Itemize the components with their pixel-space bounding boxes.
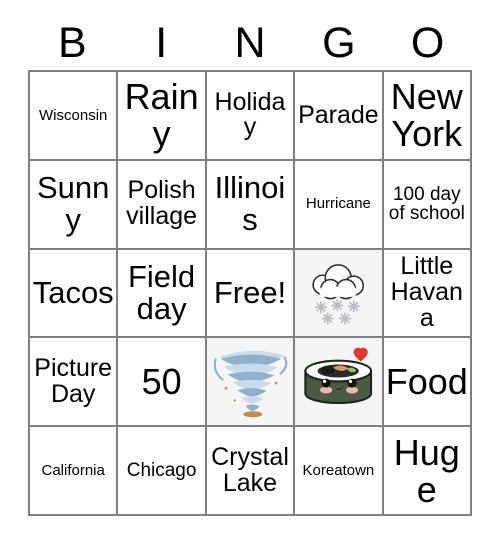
bingo-cell-label: New York — [390, 76, 463, 155]
bingo-cell-label: Huge — [393, 431, 460, 510]
bingo-cell-koreatown[interactable]: Koreatown — [295, 427, 384, 516]
bingo-cell-sunny[interactable]: Sunny — [30, 160, 119, 250]
bingo-cell-label: Koreatown — [302, 461, 375, 479]
bingo-cell-illinois[interactable]: Illinois — [206, 160, 296, 250]
bingo-cell-label: 50 — [141, 361, 182, 403]
bingo-cell-label: Wisconsin — [39, 106, 108, 124]
bingo-cell-wisconsin[interactable]: Wisconsin — [30, 72, 119, 161]
bingo-cell-parade[interactable]: Parade — [295, 72, 384, 161]
bingo-cell-snow-cloud[interactable] — [295, 249, 384, 339]
header-letter-i: I — [155, 18, 168, 67]
bingo-cell-label: Parade — [298, 100, 379, 129]
bingo-cell-crystal-lake[interactable]: Crystal Lake — [206, 427, 296, 516]
header-letter-b: B — [58, 18, 87, 67]
bingo-cell-label: Illinois — [214, 170, 286, 238]
bingo-cell-label: Sunny — [36, 170, 110, 238]
bingo-cell-huge[interactable]: Huge — [383, 427, 472, 516]
bingo-header: B I N G O — [28, 16, 472, 70]
bingo-cell-label: 100 day of school — [388, 183, 465, 225]
bingo-cell-food[interactable]: Food — [383, 338, 472, 428]
bingo-cell-free[interactable]: Free! — [206, 249, 296, 339]
bingo-cell-label: Rainy — [124, 76, 199, 155]
bingo-cell-tacos[interactable]: Tacos — [30, 249, 119, 339]
bingo-cell-chicago[interactable]: Chicago — [118, 427, 207, 516]
bingo-cell-label: California — [41, 461, 105, 479]
bingo-cell-holiday[interactable]: Holiday — [206, 72, 296, 161]
bingo-cell-picture-day[interactable]: Picture Day — [30, 338, 119, 428]
bingo-cell-sushi[interactable] — [295, 338, 384, 428]
bingo-card: B I N G O Wisconsin Rainy Holiday Parade New… — [0, 0, 500, 544]
bingo-cell-label: Field day — [127, 259, 196, 326]
bingo-cell-label: Free! — [213, 275, 287, 311]
bingo-cell-label: Food — [385, 361, 468, 403]
bingo-cell-hurricane[interactable]: Hurricane — [295, 160, 384, 250]
header-letter-o: O — [410, 18, 445, 67]
header-letter-g: G — [322, 18, 356, 67]
bingo-grid: Wisconsin Rainy Holiday Parade New York Sunny… — [28, 70, 472, 516]
bingo-cell-label: Little Havana — [390, 252, 463, 332]
bingo-cell-100-day-of-school[interactable]: 100 day of school — [383, 160, 472, 250]
bingo-cell-50[interactable]: 50 — [118, 338, 207, 428]
bingo-cell-little-havana[interactable]: Little Havana — [383, 249, 472, 339]
bingo-cell-field-day[interactable]: Field day — [118, 249, 207, 339]
snow-cloud-icon — [295, 250, 381, 337]
bingo-cell-label: Picture Day — [34, 354, 113, 408]
bingo-cell-new-york[interactable]: New York — [383, 72, 472, 161]
bingo-cell-polish-village[interactable]: Polish village — [118, 160, 207, 250]
header-letter-n: N — [234, 18, 266, 67]
bingo-cell-label: Crystal Lake — [211, 442, 289, 497]
tornado-icon — [207, 338, 293, 425]
bingo-cell-tornado[interactable] — [206, 338, 296, 428]
bingo-cell-label: Hurricane — [305, 195, 371, 213]
bingo-cell-label: Polish village — [126, 176, 198, 231]
bingo-cell-label: Chicago — [126, 459, 197, 481]
bingo-cell-rainy[interactable]: Rainy — [118, 72, 207, 161]
bingo-cell-label: Holiday — [214, 87, 286, 142]
bingo-cell-california[interactable]: California — [30, 427, 119, 516]
bingo-cell-label: Tacos — [32, 275, 114, 311]
sushi-icon — [295, 338, 381, 425]
